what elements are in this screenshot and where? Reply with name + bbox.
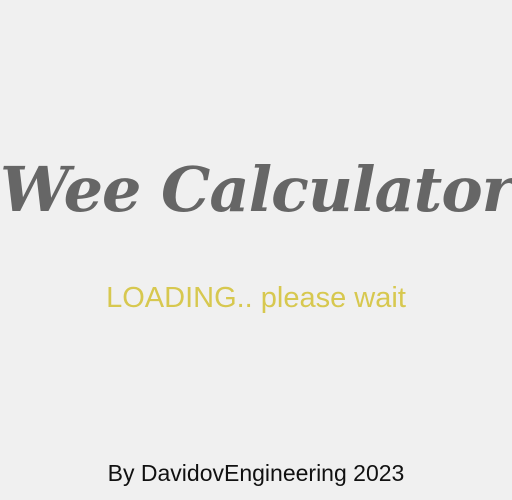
loading-message: LOADING.. please wait xyxy=(106,282,406,314)
app-logo: Wee Calculator xyxy=(0,153,512,226)
footer-credit: By DavidovEngineering 2023 xyxy=(107,460,405,486)
splash-screen: Wee Calculator LOADING.. please wait By … xyxy=(0,0,512,500)
